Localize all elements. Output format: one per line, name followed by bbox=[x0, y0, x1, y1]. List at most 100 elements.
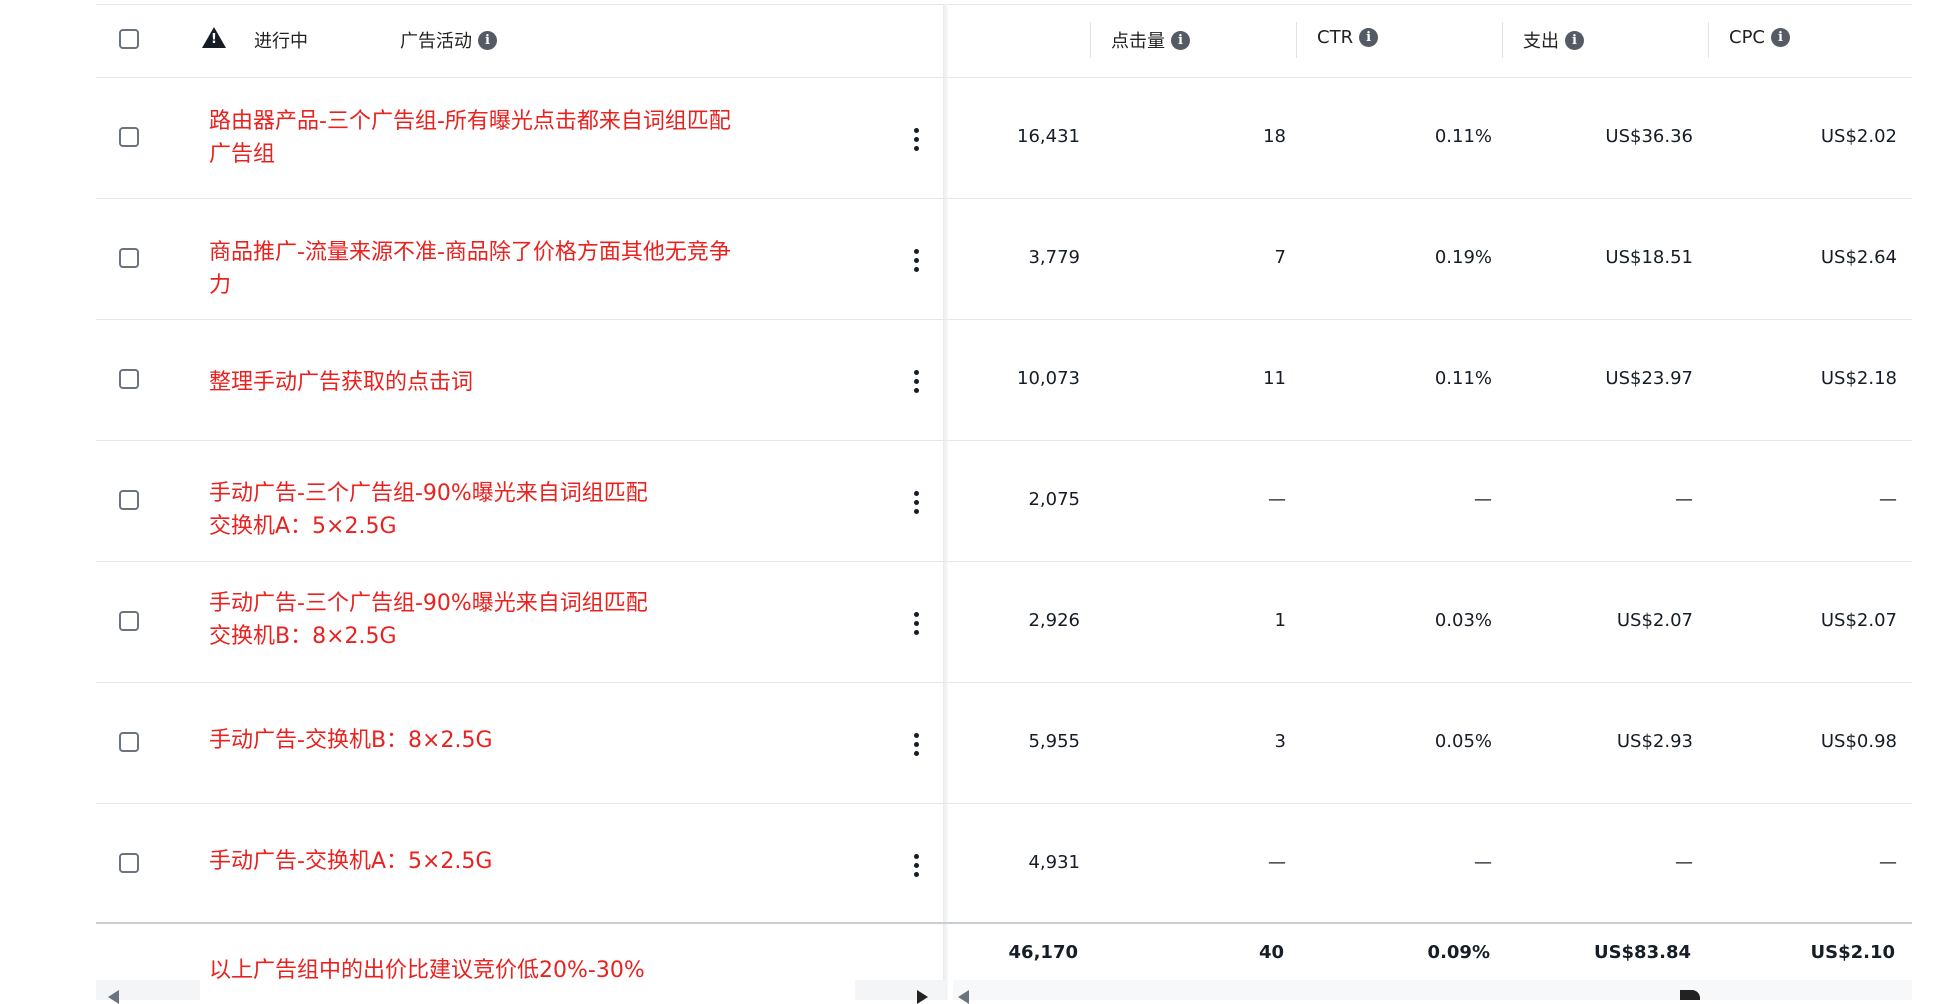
info-icon[interactable]: i bbox=[1171, 30, 1190, 50]
campaign-name: 路由器产品-三个广告组-所有曝光点击都来自词组匹配 广告组 bbox=[209, 109, 731, 167]
info-icon[interactable]: i bbox=[1771, 28, 1790, 47]
more-options-icon[interactable] bbox=[913, 370, 919, 393]
impressions-cell: 3,779 bbox=[1028, 247, 1080, 268]
campaign-name: 手动广告-交换机B：8×2.5G bbox=[209, 728, 493, 753]
more-options-icon[interactable] bbox=[913, 128, 919, 151]
select-all-checkbox[interactable] bbox=[119, 29, 139, 49]
clicks-column-header[interactable]: 点击量 i bbox=[1111, 27, 1190, 53]
campaign-name: 商品推广-流量来源不准-商品除了价格方面其他无竞争 力 bbox=[209, 240, 731, 298]
spend-cell: US$2.07 bbox=[1616, 610, 1693, 631]
row-divider bbox=[96, 561, 1912, 562]
impressions-cell: 2,075 bbox=[1028, 489, 1080, 510]
column-divider[interactable] bbox=[1708, 22, 1709, 58]
left-scrollbar-track-end[interactable] bbox=[855, 980, 945, 1000]
more-options-icon[interactable] bbox=[913, 491, 919, 514]
row-checkbox[interactable] bbox=[119, 853, 139, 873]
cpc-cell: US$2.18 bbox=[1820, 368, 1897, 389]
column-divider[interactable] bbox=[1090, 22, 1091, 58]
ctr-cell: 0.03% bbox=[1434, 610, 1492, 631]
total-cpc: US$2.10 bbox=[1810, 942, 1895, 963]
column-divider[interactable] bbox=[1296, 22, 1297, 58]
total-clicks: 40 bbox=[1258, 942, 1284, 963]
cpc-cell: — bbox=[1879, 489, 1897, 510]
ctr-cell: 0.11% bbox=[1434, 126, 1492, 147]
impressions-cell: 10,073 bbox=[1017, 368, 1080, 389]
impressions-cell: 4,931 bbox=[1028, 852, 1080, 873]
spend-cell: US$2.93 bbox=[1616, 731, 1693, 752]
clicks-header-label: 点击量 bbox=[1111, 31, 1165, 52]
more-options-icon[interactable] bbox=[913, 612, 919, 635]
row-divider bbox=[96, 803, 1912, 804]
spend-cell: — bbox=[1675, 489, 1693, 510]
row-divider bbox=[96, 319, 1912, 320]
ctr-cell: 0.19% bbox=[1434, 247, 1492, 268]
scrollbar-thumb[interactable] bbox=[1680, 990, 1700, 1000]
table-top-border bbox=[96, 4, 1912, 5]
right-scrollbar-track[interactable] bbox=[953, 980, 1912, 1000]
row-checkbox[interactable] bbox=[119, 248, 139, 268]
spend-cell: US$36.36 bbox=[1605, 126, 1693, 147]
clicks-cell: 18 bbox=[1263, 126, 1286, 147]
impressions-cell: 16,431 bbox=[1017, 126, 1080, 147]
ctr-cell: 0.05% bbox=[1434, 731, 1492, 752]
cpc-header-label: CPC bbox=[1729, 27, 1765, 48]
row-checkbox[interactable] bbox=[119, 732, 139, 752]
impressions-cell: 2,926 bbox=[1028, 610, 1080, 631]
clicks-cell: 1 bbox=[1274, 610, 1286, 631]
status-header-label: 进行中 bbox=[254, 31, 308, 52]
more-options-icon[interactable] bbox=[913, 854, 919, 877]
ctr-cell: — bbox=[1474, 852, 1492, 873]
ctr-cell: — bbox=[1474, 489, 1492, 510]
row-checkbox[interactable] bbox=[119, 490, 139, 510]
row-checkbox[interactable] bbox=[119, 369, 139, 389]
info-icon[interactable]: i bbox=[1359, 28, 1379, 47]
row-checkbox[interactable] bbox=[119, 611, 139, 631]
campaign-name: 手动广告-三个广告组-90%曝光来自词组匹配 交换机B：8×2.5G bbox=[209, 591, 648, 649]
frozen-column-divider bbox=[943, 4, 948, 1000]
campaign-header-label: 广告活动 bbox=[400, 31, 472, 52]
spend-cell: US$23.97 bbox=[1605, 368, 1693, 389]
campaign-column-header[interactable]: 广告活动 i bbox=[400, 27, 497, 53]
spend-header-label: 支出 bbox=[1523, 31, 1559, 52]
row-divider bbox=[96, 682, 1912, 683]
status-column-header[interactable]: 进行中 bbox=[254, 27, 308, 53]
scroll-left-arrow-icon[interactable] bbox=[958, 990, 969, 1004]
clicks-cell: — bbox=[1268, 489, 1286, 510]
total-spend: US$83.84 bbox=[1593, 942, 1691, 963]
cpc-cell: — bbox=[1879, 852, 1897, 873]
row-checkbox[interactable] bbox=[119, 127, 139, 147]
campaign-name: 手动广告-三个广告组-90%曝光来自词组匹配 交换机A：5×2.5G bbox=[209, 481, 648, 539]
row-divider bbox=[96, 198, 1912, 199]
clicks-cell: 3 bbox=[1274, 731, 1286, 752]
impressions-cell: 5,955 bbox=[1028, 731, 1080, 752]
cpc-cell: US$2.07 bbox=[1820, 610, 1897, 631]
total-impressions: 46,170 bbox=[1008, 942, 1078, 963]
row-divider bbox=[96, 440, 1912, 441]
ctr-cell: 0.11% bbox=[1434, 368, 1492, 389]
cpc-cell: US$0.98 bbox=[1820, 731, 1897, 752]
scroll-right-arrow-icon[interactable] bbox=[917, 990, 928, 1004]
ctr-header-label: CTR bbox=[1317, 27, 1354, 48]
info-icon[interactable]: i bbox=[478, 30, 497, 50]
ctr-column-header[interactable]: CTR i bbox=[1317, 27, 1379, 48]
scroll-left-arrow-icon[interactable] bbox=[108, 990, 119, 1004]
spend-column-header[interactable]: 支出 i bbox=[1523, 27, 1584, 53]
cpc-cell: US$2.64 bbox=[1820, 247, 1897, 268]
campaign-name: 手动广告-交换机A：5×2.5G bbox=[209, 849, 493, 874]
more-options-icon[interactable] bbox=[913, 249, 919, 272]
spend-cell: — bbox=[1675, 852, 1693, 873]
totals-divider bbox=[96, 922, 1912, 924]
row-divider bbox=[96, 77, 1912, 78]
column-divider[interactable] bbox=[1502, 22, 1503, 58]
cpc-cell: US$2.02 bbox=[1820, 126, 1897, 147]
campaign-name: 整理手动广告获取的点击词 bbox=[209, 370, 474, 395]
clicks-cell: 11 bbox=[1263, 368, 1286, 389]
clicks-cell: — bbox=[1268, 852, 1286, 873]
info-icon[interactable]: i bbox=[1565, 30, 1584, 50]
warning-icon: ! bbox=[202, 27, 226, 48]
more-options-icon[interactable] bbox=[913, 733, 919, 756]
bid-note-annotation: 以上广告组中的出价比建议竞价低20%-30% bbox=[209, 958, 645, 983]
spend-cell: US$18.51 bbox=[1605, 247, 1693, 268]
total-ctr: 0.09% bbox=[1427, 942, 1490, 963]
cpc-column-header[interactable]: CPC i bbox=[1729, 27, 1790, 48]
